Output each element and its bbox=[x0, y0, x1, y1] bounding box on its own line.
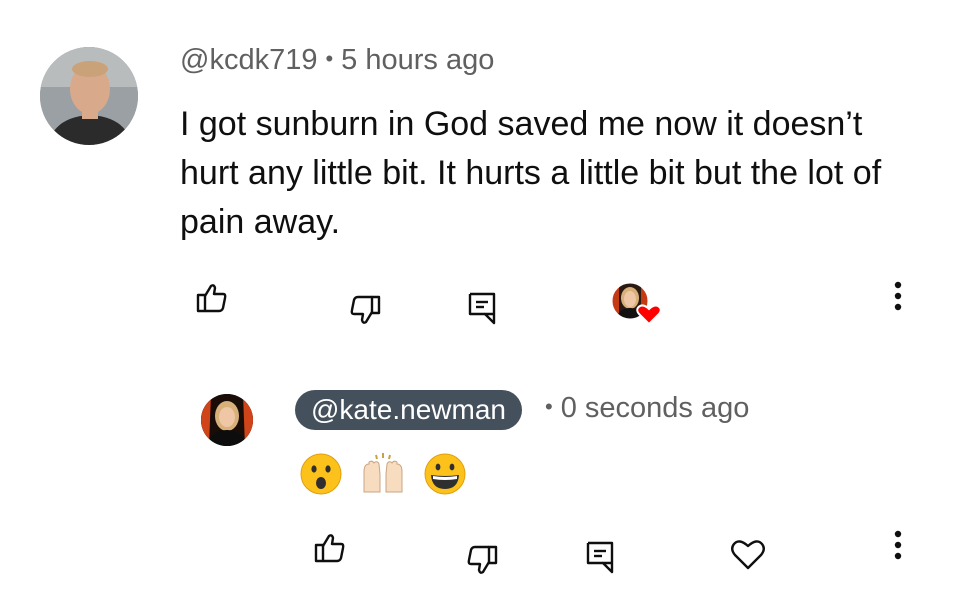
comment-author[interactable]: @kcdk719 bbox=[180, 44, 317, 76]
comment-timestamp[interactable]: 5 hours ago bbox=[341, 44, 494, 76]
meta-separator: • bbox=[545, 394, 553, 419]
thumbs-up-icon bbox=[314, 534, 345, 563]
reply-timestamp[interactable]: 0 seconds ago bbox=[561, 392, 750, 424]
comment-header: @kcdk719 • 5 hours ago bbox=[180, 44, 494, 77]
raising-hands-emoji bbox=[363, 452, 403, 492]
thumbs-down-icon bbox=[350, 295, 381, 324]
reply-like-button[interactable] bbox=[308, 528, 352, 568]
reply-heart-button[interactable] bbox=[727, 534, 769, 574]
reply-comment-icon bbox=[586, 541, 614, 574]
more-vertical-icon bbox=[894, 281, 902, 311]
reply-button[interactable] bbox=[462, 288, 502, 328]
reply-reply-button[interactable] bbox=[580, 537, 620, 577]
comment-text: I got sunburn in God saved me now it doe… bbox=[180, 105, 882, 241]
heart-outline-icon bbox=[731, 540, 765, 570]
dislike-button[interactable] bbox=[343, 290, 387, 330]
like-button[interactable] bbox=[190, 278, 234, 318]
astonished-face-emoji bbox=[300, 453, 342, 494]
heart-badge-icon bbox=[636, 304, 662, 326]
reply-header: • 0 seconds ago bbox=[545, 392, 749, 425]
reply-text bbox=[298, 449, 472, 496]
thumbs-up-icon bbox=[196, 284, 227, 313]
more-vertical-icon bbox=[894, 530, 902, 560]
reply-dislike-button[interactable] bbox=[460, 540, 504, 580]
reply-more-options-button[interactable] bbox=[886, 527, 910, 563]
reply-avatar[interactable] bbox=[201, 394, 253, 446]
grinning-face-emoji bbox=[424, 453, 466, 494]
creator-heart-badge[interactable] bbox=[611, 282, 663, 328]
commenter-avatar[interactable] bbox=[40, 47, 138, 145]
reply-comment-icon bbox=[468, 292, 496, 325]
meta-separator: • bbox=[325, 46, 334, 71]
reply-author-chip[interactable]: @kate.newman bbox=[295, 390, 522, 430]
thumbs-down-icon bbox=[467, 545, 498, 574]
more-options-button[interactable] bbox=[886, 278, 910, 314]
